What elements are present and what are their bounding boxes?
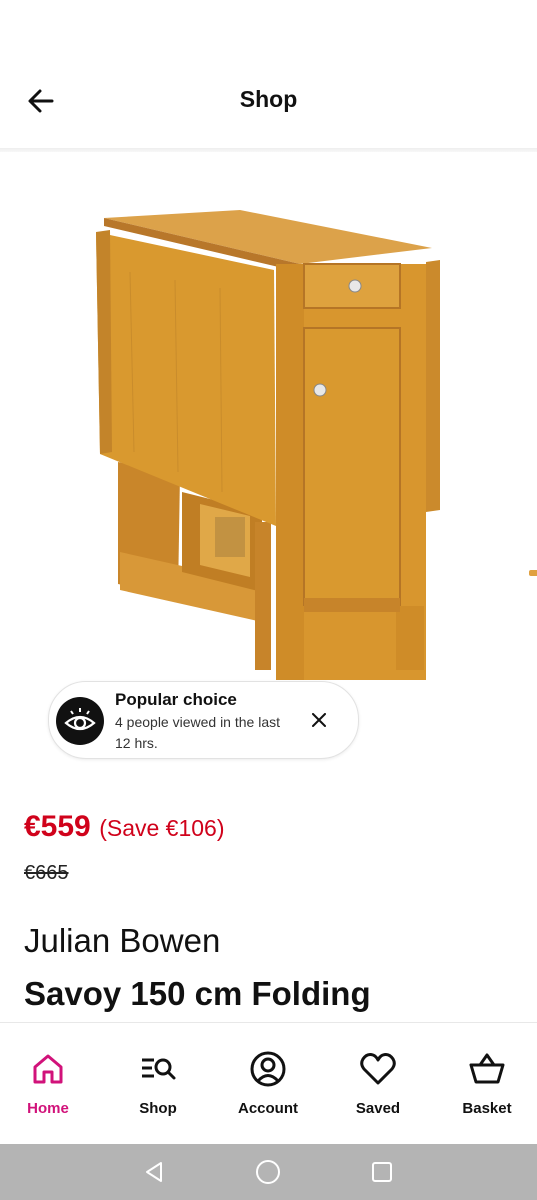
circle-home-icon [256, 1160, 280, 1184]
nav-shop[interactable]: Shop [108, 1023, 208, 1145]
heart-icon [358, 1049, 398, 1089]
nav-home[interactable]: Home [0, 1023, 98, 1145]
page-title: Shop [239, 86, 298, 112]
close-popular-button[interactable] [307, 708, 331, 732]
nav-shop-label: Shop [139, 1100, 177, 1117]
screen: Shop Popular choice 4 people viewed in t… [0, 0, 537, 1200]
triangle-back-icon [146, 1162, 162, 1182]
folding-table-illustration [96, 210, 440, 680]
home-icon [28, 1049, 68, 1089]
nav-account-label: Account [238, 1100, 298, 1117]
product-name: Savoy 150 cm Folding [24, 975, 371, 1012]
popular-choice-text: 4 people viewed in the last 12 hrs. [115, 714, 280, 751]
basket-icon [467, 1049, 507, 1089]
app-header: Shop [0, 52, 537, 150]
product-brand[interactable]: Julian Bowen [24, 922, 220, 960]
nav-saved-label: Saved [355, 1100, 401, 1117]
original-price: €665 [24, 862, 69, 884]
current-price: €559 [24, 810, 91, 843]
price-row: €559 (Save €106) [24, 810, 225, 844]
next-image-peek [529, 570, 537, 576]
nav-basket[interactable]: Basket [437, 1023, 537, 1145]
bottom-nav: Home Shop Account Saved Basket [0, 1022, 537, 1145]
eye-badge [56, 697, 104, 745]
popular-choice-card: Popular choice 4 people viewed in the la… [48, 681, 359, 759]
account-icon [248, 1049, 288, 1089]
savings-amount: (Save €106) [99, 815, 225, 841]
nav-account[interactable]: Account [218, 1023, 318, 1145]
product-image[interactable] [0, 152, 537, 682]
close-icon [312, 713, 326, 727]
shop-search-icon [138, 1049, 178, 1089]
system-recents-button[interactable] [368, 1158, 396, 1186]
system-back-button[interactable] [140, 1158, 168, 1186]
nav-home-label: Home [27, 1100, 69, 1117]
system-nav-bar [0, 1144, 537, 1200]
nav-basket-label: Basket [462, 1100, 512, 1117]
nav-saved[interactable]: Saved [328, 1023, 428, 1145]
popular-choice-title: Popular choice [115, 690, 237, 709]
eye-icon [64, 708, 96, 731]
system-home-button[interactable] [254, 1158, 282, 1186]
square-recents-icon [372, 1162, 392, 1182]
